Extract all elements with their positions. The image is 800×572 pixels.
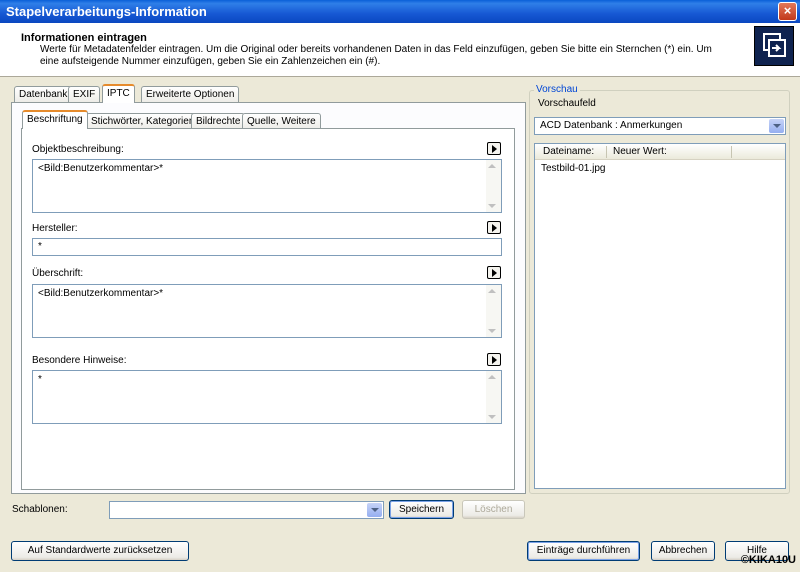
hinweise-value: * [38,374,42,385]
watermark: ©KIKA10U [740,554,796,566]
beschriftung-panel: Objektbeschreibung: <Bild:Benutzerkommen… [21,128,515,490]
preview-field-value: ACD Datenbank : Anmerkungen [540,120,683,131]
scrollbar[interactable] [486,371,501,423]
scrollbar[interactable] [486,160,501,212]
preview-group: Vorschau Vorschaufeld ACD Datenbank : An… [529,84,790,494]
cancel-button[interactable]: Abbrechen [651,541,715,561]
chevron-down-icon[interactable] [367,503,382,517]
objektbeschreibung-field[interactable]: <Bild:Benutzerkommentar>* [32,159,502,213]
batch-icon [754,26,794,66]
hinweise-label: Besondere Hinweise: [32,355,127,366]
header-description: Werte für Metadatenfelder eintragen. Um … [40,44,712,67]
preview-field-select[interactable]: ACD Datenbank : Anmerkungen [534,117,786,135]
tab-datenbank[interactable]: Datenbank [14,86,73,103]
ueberschrift-insert-button[interactable] [487,266,501,279]
preview-group-title: Vorschau [534,84,580,95]
list-item[interactable]: Testbild-01.jpg [541,163,605,174]
schablonen-label: Schablonen: [12,504,68,515]
tab-exif[interactable]: EXIF [68,86,101,103]
schablonen-select[interactable] [109,501,384,519]
preview-field-label: Vorschaufeld [538,98,596,109]
hersteller-insert-button[interactable] [487,221,501,234]
ueberschrift-field[interactable]: <Bild:Benutzerkommentar>* [32,284,502,338]
reset-defaults-button[interactable]: Auf Standardwerte zurücksetzen [11,541,189,561]
subtab-beschriftung[interactable]: Beschriftung [22,110,88,129]
iptc-panel: Beschriftung Stichwörter, Kategorien Bil… [11,102,526,494]
ueberschrift-value: <Bild:Benutzerkommentar>* [38,288,164,299]
header-title: Informationen eintragen [21,32,147,44]
objektbeschreibung-label: Objektbeschreibung: [32,144,124,155]
tab-iptc[interactable]: IPTC [102,84,135,103]
delete-template-button[interactable]: Löschen [462,500,525,519]
window-title: Stapelverarbeitungs-Information [6,4,207,19]
close-button[interactable]: × [778,2,797,21]
objektbeschreibung-value: <Bild:Benutzerkommentar>* [38,163,164,174]
tab-erweiterte-optionen[interactable]: Erweiterte Optionen [141,86,240,103]
title-bar: Stapelverarbeitungs-Information × [0,0,800,23]
column-dateiname[interactable]: Dateiname: [543,146,594,157]
header: Informationen eintragen Werte für Metada… [0,23,800,77]
chevron-down-icon[interactable] [769,119,784,133]
preview-list[interactable]: Dateiname: Neuer Wert: Testbild-01.jpg [534,143,786,489]
hersteller-label: Hersteller: [32,223,78,234]
hersteller-field[interactable]: * [32,238,502,256]
column-neuer-wert[interactable]: Neuer Wert: [613,146,667,157]
ueberschrift-label: Überschrift: [32,268,84,279]
apply-button[interactable]: Einträge durchführen [527,541,640,561]
objektbeschreibung-insert-button[interactable] [487,142,501,155]
hinweise-insert-button[interactable] [487,353,501,366]
save-template-button[interactable]: Speichern [389,500,454,519]
scrollbar[interactable] [486,285,501,337]
hinweise-field[interactable]: * [32,370,502,424]
preview-list-header: Dateiname: Neuer Wert: [535,144,785,160]
